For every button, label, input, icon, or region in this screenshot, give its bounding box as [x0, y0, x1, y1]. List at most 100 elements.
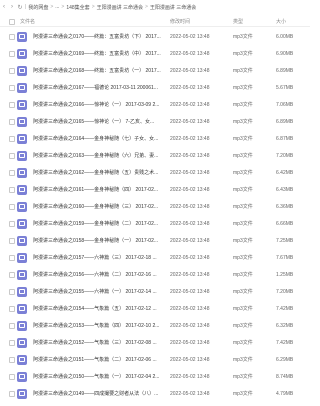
file-modified-date: 2022-05-02 13:48	[170, 67, 210, 74]
file-name[interactable]: 阿漫讲三命通会之0166——惊神论（一） 2017-03-09 2...	[33, 101, 163, 108]
file-row[interactable]: 阿漫讲三命通会之0161——金身神秘随（四） 2017-02... 2022-05…	[0, 181, 310, 198]
row-checkbox[interactable]	[9, 118, 15, 125]
file-type: mp3文件	[233, 102, 253, 108]
file-row[interactable]: 阿漫讲三命通会之0149——四成撮要之财者从法（八）... 2022-05-02 …	[0, 385, 310, 402]
file-row[interactable]: 阿漫讲三命通会之0170——终篇：五富贵坊（下） 2017... 2022-05-…	[0, 28, 310, 45]
file-name[interactable]: 阿漫讲三命通会之0170——终篇：五富贵坊（下） 2017...	[33, 33, 163, 40]
row-checkbox[interactable]	[9, 305, 15, 312]
audio-file-icon	[17, 218, 27, 229]
file-row[interactable]: 阿漫讲三命通会之0155——六神篇（一） 2017-02-14 ... 2022-…	[0, 283, 310, 300]
file-list-header: 文件名 修改时间 类型 大小	[0, 16, 310, 27]
separator: |	[25, 4, 27, 10]
row-checkbox[interactable]	[9, 373, 15, 380]
file-row[interactable]: 阿漫讲三命通会之0153——气象篇（四） 2017-02-10 2... 2022…	[0, 317, 310, 334]
row-checkbox[interactable]	[9, 135, 15, 142]
row-checkbox[interactable]	[9, 339, 15, 346]
file-row[interactable]: 阿漫讲三命通会之0156——六神篇（二） 2017-02-16 ... 2022-…	[0, 266, 310, 283]
column-header-size[interactable]: 大小	[276, 18, 286, 25]
audio-file-icon	[17, 269, 27, 280]
row-checkbox[interactable]	[9, 101, 15, 108]
row-checkbox[interactable]	[9, 33, 15, 40]
file-name[interactable]: 阿漫讲三命通会之0154——气象篇（五） 2017-02-12 ...	[33, 305, 163, 312]
file-modified-date: 2022-05-02 13:48	[170, 33, 210, 40]
file-name[interactable]: 阿漫讲三命通会之0150——气象篇（一） 2017-02-04 2...	[33, 373, 163, 380]
breadcrumb-ellipsis[interactable]: ...	[55, 4, 59, 10]
row-checkbox[interactable]	[9, 271, 15, 278]
file-name[interactable]: 阿漫讲三命通会之0149——四成撮要之财者从法（八）...	[33, 390, 163, 397]
file-row[interactable]: 阿漫讲三命通会之0164——金身神秘随（七）子女、女... 2022-05-02 …	[0, 130, 310, 147]
file-type: mp3文件	[233, 153, 253, 159]
file-row[interactable]: 阿漫讲三命通会之0151——气象篇（二） 2017-02-06 ... 2022-…	[0, 351, 310, 368]
file-name[interactable]: 阿漫讲三命通会之0158——金身神秘随（一） 2017-02...	[33, 237, 163, 244]
file-type: mp3文件	[233, 170, 253, 176]
file-name[interactable]: 阿漫讲三命通会之0163——金身神秘随（六）兄弟、妻...	[33, 152, 163, 159]
audio-file-icon	[17, 48, 27, 59]
row-checkbox[interactable]	[9, 288, 15, 295]
file-name[interactable]: 阿漫讲三命通会之0153——气象篇（四） 2017-02-10 2...	[33, 322, 163, 329]
audio-file-icon	[17, 320, 27, 331]
file-row[interactable]: 阿漫讲三命通会之0154——气象篇（五） 2017-02-12 ... 2022-…	[0, 300, 310, 317]
back-arrow-icon[interactable]: ‹	[0, 2, 8, 12]
file-row[interactable]: 阿漫讲三命通会之0168——终篇：五富贵坊（一） 2017... 2022-05-…	[0, 62, 310, 79]
row-checkbox[interactable]	[9, 152, 15, 159]
row-checkbox[interactable]	[9, 356, 15, 363]
file-row[interactable]: 阿漫讲三命通会之0157——六神篇（三） 2017-02-18 ... 2022-…	[0, 249, 310, 266]
file-name[interactable]: 阿漫讲三命通会之0156——六神篇（二） 2017-02-16 ...	[33, 271, 163, 278]
breadcrumb-root[interactable]: 我的网盘	[28, 4, 48, 11]
row-checkbox[interactable]	[9, 254, 15, 261]
select-all-checkbox[interactable]	[9, 19, 15, 25]
file-row[interactable]: 阿漫讲三命通会之0158——金身神秘随（一） 2017-02... 2022-05…	[0, 232, 310, 249]
column-header-date[interactable]: 修改时间	[170, 18, 190, 25]
file-name[interactable]: 阿漫讲三命通会之0160——金身神秘随（三） 2017-02...	[33, 203, 163, 210]
row-checkbox[interactable]	[9, 237, 15, 244]
file-name[interactable]: 阿漫讲三命通会之0161——金身神秘随（四） 2017-02...	[33, 186, 163, 193]
refresh-icon[interactable]: ↻	[16, 2, 24, 12]
file-row[interactable]: 阿漫讲三命通会之0162——金身神秘随（五）贵贱之术... 2022-05-02 …	[0, 164, 310, 181]
row-checkbox[interactable]	[9, 84, 15, 91]
file-modified-date: 2022-05-02 13:48	[170, 169, 210, 176]
audio-file-icon	[17, 133, 27, 144]
row-checkbox[interactable]	[9, 169, 15, 176]
file-name[interactable]: 阿漫讲三命通会之0157——六神篇（三） 2017-02-18 ...	[33, 254, 163, 261]
row-checkbox[interactable]	[9, 220, 15, 227]
row-checkbox[interactable]	[9, 322, 15, 329]
file-name[interactable]: 阿漫讲三命通会之0159——金身神秘随（二） 2017-02...	[33, 220, 163, 227]
forward-arrow-icon[interactable]: ›	[8, 2, 16, 12]
file-row[interactable]: 阿漫讲三命通会之0150——气象篇（一） 2017-02-04 2... 2022…	[0, 368, 310, 385]
file-row[interactable]: 阿漫讲三命通会之0163——金身神秘随（六）兄弟、妻... 2022-05-02 …	[0, 147, 310, 164]
audio-file-icon	[17, 286, 27, 297]
file-name[interactable]: 阿漫讲三命通会之0167——福德论 2017-03-11 200061...	[33, 84, 163, 91]
file-modified-date: 2022-05-02 13:48	[170, 373, 210, 380]
file-name[interactable]: 阿漫讲三命通会之0151——气象篇（二） 2017-02-06 ...	[33, 356, 163, 363]
file-name[interactable]: 阿漫讲三命通会之0152——气象篇（三） 2017-02-08 ...	[33, 339, 163, 346]
file-row[interactable]: 阿漫讲三命通会之0152——气象篇（三） 2017-02-08 ... 2022-…	[0, 334, 310, 351]
file-size: 7.20MB	[276, 152, 294, 159]
row-checkbox[interactable]	[9, 67, 15, 74]
row-checkbox[interactable]	[9, 390, 15, 397]
column-header-name[interactable]: 文件名	[20, 18, 35, 25]
file-name[interactable]: 阿漫讲三命通会之0162——金身神秘随（五）贵贱之术...	[33, 169, 163, 176]
file-name[interactable]: 阿漫讲三命通会之0164——金身神秘随（七）子女、女...	[33, 135, 163, 142]
file-row[interactable]: 阿漫讲三命通会之0160——金身神秘随（三） 2017-02... 2022-05…	[0, 198, 310, 215]
row-checkbox[interactable]	[9, 203, 15, 210]
row-checkbox[interactable]	[9, 186, 15, 193]
file-row[interactable]: 阿漫讲三命通会之0166——惊神论（一） 2017-03-09 2... 2022…	[0, 96, 310, 113]
file-size: 6.00MB	[276, 33, 294, 40]
file-name[interactable]: 阿漫讲三命通会之0169——终篇：五富贵坊（中） 2017...	[33, 50, 163, 57]
file-row[interactable]: 阿漫讲三命通会之0167——福德论 2017-03-11 200061... 20…	[0, 79, 310, 96]
breadcrumb-item-2[interactable]: 王阳漫画讲 三命通会	[97, 4, 143, 11]
file-type: mp3文件	[233, 357, 253, 363]
file-size: 7.20MB	[276, 288, 294, 295]
file-type: mp3文件	[233, 119, 253, 125]
file-size: 6.36MB	[276, 203, 294, 210]
file-name[interactable]: 阿漫讲三命通会之0155——六神篇（一） 2017-02-14 ...	[33, 288, 163, 295]
file-row[interactable]: 阿漫讲三命通会之0165——惊神论（一） 7-乙亥、女... 2022-05-02…	[0, 113, 310, 130]
file-name[interactable]: 阿漫讲三命通会之0168——终篇：五富贵坊（一） 2017...	[33, 67, 163, 74]
file-row[interactable]: 阿漫讲三命通会之0159——金身神秘随（二） 2017-02... 2022-05…	[0, 215, 310, 232]
file-row[interactable]: 阿漫讲三命通会之0169——终篇：五富贵坊（中） 2017... 2022-05-…	[0, 45, 310, 62]
file-size: 4.79MB	[276, 390, 294, 397]
breadcrumb-item-1[interactable]: 148集全套	[66, 4, 89, 11]
column-header-type[interactable]: 类型	[233, 18, 243, 25]
row-checkbox[interactable]	[9, 50, 15, 57]
file-name[interactable]: 阿漫讲三命通会之0165——惊神论（一） 7-乙亥、女...	[33, 118, 163, 125]
